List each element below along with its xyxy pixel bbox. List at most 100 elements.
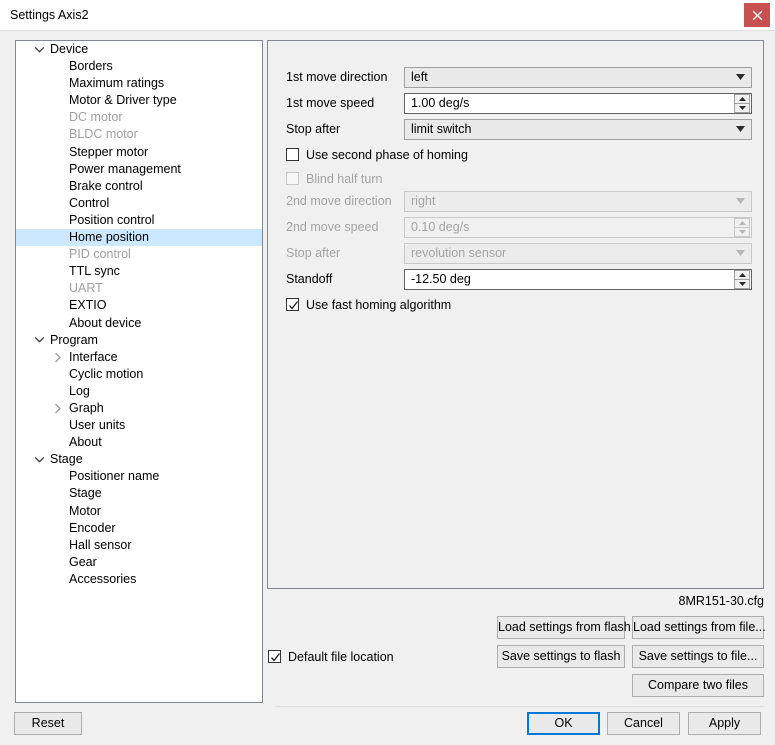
label-blind-half-turn: Blind half turn xyxy=(306,170,382,188)
tree-item-gear[interactable]: Gear xyxy=(16,554,262,571)
spinner-down-button[interactable] xyxy=(734,279,750,289)
tree-item-position-control[interactable]: Position control xyxy=(16,212,262,229)
compare-two-files-button[interactable]: Compare two files xyxy=(632,674,764,697)
spinbox-second-move-speed: 0.10 deg/s xyxy=(404,217,752,238)
spinbox-first-move-speed[interactable]: 1.00 deg/s xyxy=(404,93,752,114)
tree-item-hall-sensor[interactable]: Hall sensor xyxy=(16,537,262,554)
tree-item-label: Control xyxy=(69,195,109,212)
combo-first-stop-after[interactable]: limit switch xyxy=(404,119,752,140)
label-second-move-speed: 2nd move speed xyxy=(286,217,396,238)
tree-item-maximum-ratings[interactable]: Maximum ratings xyxy=(16,75,262,92)
spinbox-first-move-speed-value[interactable]: 1.00 deg/s xyxy=(411,94,729,113)
tree-item-label: Power management xyxy=(69,161,181,178)
tree-item-cyclic-motion[interactable]: Cyclic motion xyxy=(16,366,262,383)
spinner-up-button[interactable] xyxy=(734,270,750,279)
tree-item-label: Stage xyxy=(50,451,83,468)
spinner-down-button xyxy=(734,227,750,237)
tree-item-about[interactable]: About xyxy=(16,434,262,451)
tree-item-program[interactable]: Program xyxy=(16,332,262,349)
label-first-move-speed: 1st move speed xyxy=(286,93,396,114)
tree-item-extio[interactable]: EXTIO xyxy=(16,297,262,314)
tree-item-home-position[interactable]: Home position xyxy=(16,229,262,246)
tree-item-motor-driver-type[interactable]: Motor & Driver type xyxy=(16,92,262,109)
spinner-buttons[interactable] xyxy=(734,270,750,289)
tree-item-label: DC motor xyxy=(69,109,122,126)
tree-item-label: Stepper motor xyxy=(69,144,148,161)
cancel-button[interactable]: Cancel xyxy=(607,712,680,735)
tree-item-ttl-sync[interactable]: TTL sync xyxy=(16,263,262,280)
tree-item-about-device[interactable]: About device xyxy=(16,315,262,332)
tree-item-log[interactable]: Log xyxy=(16,383,262,400)
label-standoff: Standoff xyxy=(286,269,396,290)
tree-item-label: BLDC motor xyxy=(69,126,138,143)
tree-item-label: Device xyxy=(50,41,88,58)
load-settings-from-file-button[interactable]: Load settings from file... xyxy=(632,616,764,639)
tree-item-label: EXTIO xyxy=(69,297,107,314)
tree-item-stepper-motor[interactable]: Stepper motor xyxy=(16,144,262,161)
spinner-buttons[interactable] xyxy=(734,94,750,113)
tree-item-device[interactable]: Device xyxy=(16,41,262,58)
tree-item-brake-control[interactable]: Brake control xyxy=(16,178,262,195)
tree-item-label: Position control xyxy=(69,212,154,229)
checkbox-use-fast-homing[interactable] xyxy=(286,298,299,311)
tree-item-label: Borders xyxy=(69,58,113,75)
label-use-fast-homing: Use fast homing algorithm xyxy=(306,296,451,314)
tree-item-graph[interactable]: Graph xyxy=(16,400,262,417)
window-titlebar: Settings Axis2 xyxy=(0,0,775,31)
combo-second-stop-after-value: revolution sensor xyxy=(411,244,727,263)
tree-item-label: Encoder xyxy=(69,520,116,537)
tree-item-motor[interactable]: Motor xyxy=(16,503,262,520)
tree-item-label: Hall sensor xyxy=(69,537,132,554)
tree-item-power-management[interactable]: Power management xyxy=(16,161,262,178)
chevron-down-icon xyxy=(736,250,745,257)
tree-item-encoder[interactable]: Encoder xyxy=(16,520,262,537)
tree-item-stage[interactable]: Stage xyxy=(16,451,262,468)
chevron-right-icon[interactable] xyxy=(50,349,66,366)
tree-item-label: Brake control xyxy=(69,178,143,195)
close-icon[interactable] xyxy=(744,3,770,27)
tree-item-label: Graph xyxy=(69,400,104,417)
check-icon xyxy=(288,300,299,311)
tree-item-interface[interactable]: Interface xyxy=(16,349,262,366)
spinbox-standoff-value[interactable]: -12.50 deg xyxy=(411,270,729,289)
tree-item-label: PID control xyxy=(69,246,131,263)
spinbox-standoff[interactable]: -12.50 deg xyxy=(404,269,752,290)
reset-button[interactable]: Reset xyxy=(14,712,82,735)
spinbox-second-move-speed-value: 0.10 deg/s xyxy=(411,218,729,237)
save-settings-to-flash-button[interactable]: Save settings to flash xyxy=(497,645,625,668)
tree-item-user-units[interactable]: User units xyxy=(16,417,262,434)
tree-item-positioner-name[interactable]: Positioner name xyxy=(16,468,262,485)
label-second-stop-after: Stop after xyxy=(286,243,396,264)
tree-item-uart: UART xyxy=(16,280,262,297)
tree-item-stage[interactable]: Stage xyxy=(16,485,262,502)
tree-item-label: User units xyxy=(69,417,125,434)
checkbox-default-file-location[interactable] xyxy=(268,650,281,663)
settings-tree[interactable]: DeviceBordersMaximum ratingsMotor & Driv… xyxy=(15,40,263,703)
chevron-down-icon[interactable] xyxy=(31,451,47,468)
tree-item-pid-control: PID control xyxy=(16,246,262,263)
apply-button[interactable]: Apply xyxy=(688,712,761,735)
tree-item-label: Log xyxy=(69,383,90,400)
checkbox-use-second-phase[interactable] xyxy=(286,148,299,161)
spinner-up-button[interactable] xyxy=(734,94,750,103)
combo-first-move-direction[interactable]: left xyxy=(404,67,752,88)
ok-button[interactable]: OK xyxy=(527,712,600,735)
tree-item-label: UART xyxy=(69,280,103,297)
label-first-stop-after: Stop after xyxy=(286,119,396,140)
spinner-buttons xyxy=(734,218,750,237)
tree-item-dc-motor: DC motor xyxy=(16,109,262,126)
tree-item-label: TTL sync xyxy=(69,263,120,280)
tree-item-label: About device xyxy=(69,315,141,332)
chevron-down-icon[interactable] xyxy=(31,332,47,349)
chevron-right-icon[interactable] xyxy=(50,400,66,417)
save-settings-to-file-button[interactable]: Save settings to file... xyxy=(632,645,764,668)
chevron-down-icon[interactable] xyxy=(31,41,47,58)
load-settings-from-flash-button[interactable]: Load settings from flash xyxy=(497,616,625,639)
tree-item-borders[interactable]: Borders xyxy=(16,58,262,75)
spinner-down-button[interactable] xyxy=(734,103,750,113)
tree-item-control[interactable]: Control xyxy=(16,195,262,212)
check-icon xyxy=(270,652,281,663)
tree-item-accessories[interactable]: Accessories xyxy=(16,571,262,588)
label-use-second-phase: Use second phase of homing xyxy=(306,146,468,164)
combo-second-move-direction: right xyxy=(404,191,752,212)
